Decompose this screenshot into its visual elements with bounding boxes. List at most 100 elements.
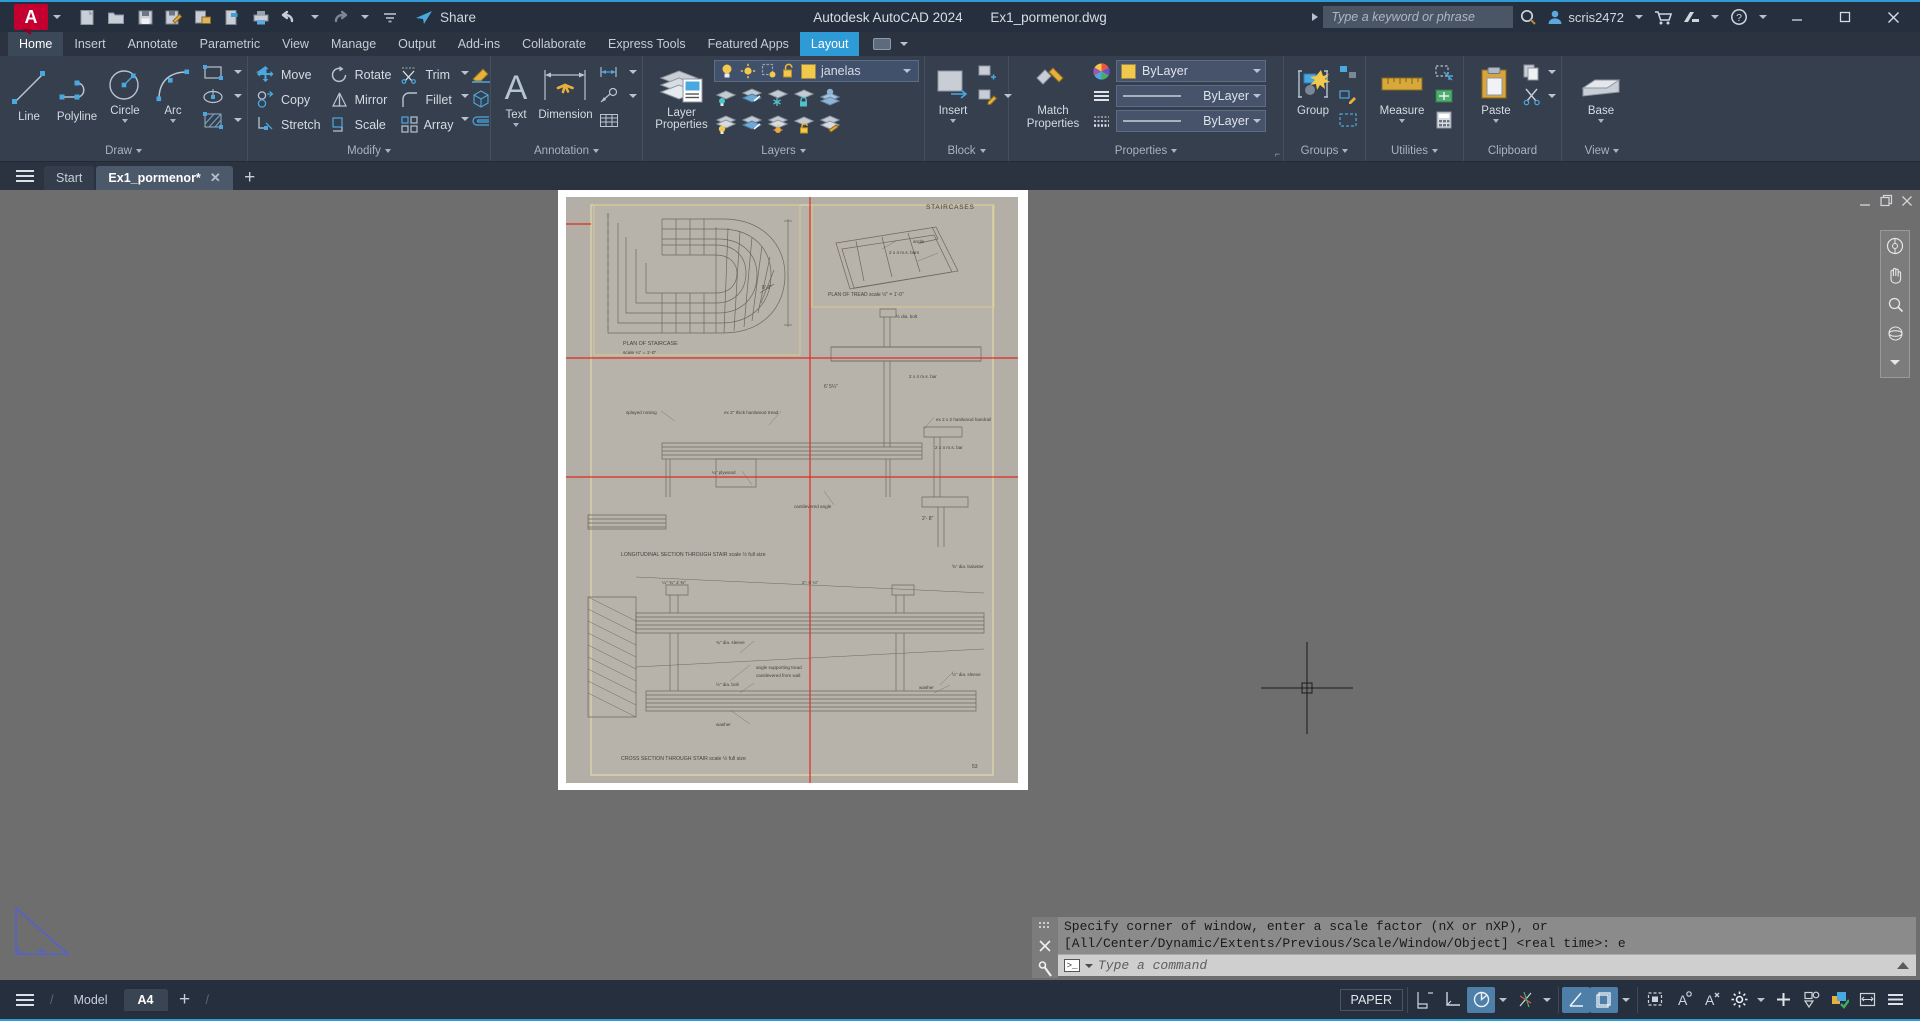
array-button[interactable]: Array [397, 112, 459, 137]
command-settings-icon[interactable] [1038, 961, 1053, 978]
new-layout-button[interactable]: + [170, 988, 200, 1012]
app-menu-caret-icon[interactable] [53, 15, 61, 19]
viewport-minimize-icon[interactable] [1858, 194, 1872, 211]
group-selection-icon[interactable] [1336, 108, 1360, 132]
group-button[interactable]: Group [1290, 60, 1336, 117]
ribbon-tab-manage[interactable]: Manage [320, 32, 387, 56]
arc-button[interactable]: Arc [149, 60, 197, 123]
create-block-icon[interactable] [975, 60, 999, 84]
viewport-restore-icon[interactable] [1879, 194, 1893, 211]
drawing-canvas[interactable]: STAIRCASES angle 2 x 4 m.s. bars PLAN OF… [0, 190, 1920, 980]
layer-make-current-icon[interactable] [818, 85, 842, 109]
layer-match-icon[interactable] [740, 85, 764, 109]
copy-button[interactable]: Copy [253, 87, 327, 112]
annotation-scale-icon[interactable] [1725, 987, 1753, 1013]
help-icon[interactable]: ? [1726, 4, 1752, 30]
panel-label-layers[interactable]: Layers [643, 141, 924, 161]
calculator-icon[interactable] [1432, 108, 1456, 132]
publish-icon[interactable] [219, 4, 245, 30]
annotation-scale-dropdown-icon[interactable] [1753, 987, 1769, 1013]
ribbon-tab-output[interactable]: Output [387, 32, 447, 56]
layer-lock-icon[interactable] [792, 85, 816, 109]
measure-dropdown-icon[interactable] [1399, 119, 1405, 123]
steering-wheel-icon[interactable] [1884, 235, 1906, 257]
polar-tracking-dropdown-icon[interactable] [1618, 987, 1634, 1013]
layer-change-icon[interactable] [740, 112, 764, 136]
fullscreen-icon[interactable] [1853, 987, 1881, 1013]
close-icon[interactable] [1870, 1, 1916, 33]
pan-hand-icon[interactable] [1884, 264, 1906, 286]
layer-thaw-all-icon[interactable] [766, 112, 790, 136]
shopping-cart-icon[interactable] [1650, 4, 1676, 30]
user-dropdown-icon[interactable] [1635, 15, 1643, 19]
base-view-button[interactable]: Base [1576, 60, 1626, 123]
layer-selector[interactable]: janelas [714, 60, 919, 82]
text-dropdown-icon[interactable] [513, 123, 519, 127]
match-properties-button[interactable]: Match Properties [1017, 60, 1089, 131]
linear-dimension-icon[interactable] [597, 60, 621, 84]
ellipse-dropdown-icon[interactable] [234, 94, 242, 98]
stretch-button[interactable]: Stretch [253, 112, 327, 137]
ribbon-tab-view[interactable]: View [271, 32, 320, 56]
circle-dropdown-icon[interactable] [122, 119, 128, 123]
leader-icon[interactable] [597, 84, 621, 108]
grid-display-icon[interactable] [1411, 987, 1439, 1013]
new-file-tab-button[interactable]: + [235, 166, 265, 190]
autocad-app-button[interactable]: A [14, 4, 48, 35]
infocenter-expand-icon[interactable] [1309, 10, 1321, 24]
main-menu-icon[interactable] [6, 162, 44, 190]
arc-dropdown-icon[interactable] [170, 119, 176, 123]
polar-tracking-icon[interactable] [1590, 986, 1618, 1013]
circle-button[interactable]: Circle [101, 60, 149, 123]
panel-label-utilities[interactable]: Utilities [1366, 141, 1463, 161]
object-lineweight-dropdown-icon[interactable] [1253, 119, 1261, 123]
hatch-dropdown-icon[interactable] [234, 118, 242, 122]
quick-select-icon[interactable] [1432, 60, 1456, 84]
command-expand-icon[interactable] [1896, 960, 1910, 972]
object-color-dropdown-icon[interactable] [1253, 69, 1261, 73]
ribbon-tab-layout[interactable]: Layout [799, 32, 860, 56]
panel-label-modify[interactable]: Modify [248, 141, 490, 161]
object-snap-dropdown-icon[interactable] [1539, 987, 1555, 1013]
ribbon-tab-insert[interactable]: Insert [63, 32, 116, 56]
minimize-icon[interactable] [1774, 1, 1820, 33]
copy-clip-icon[interactable] [1520, 60, 1544, 84]
table-icon[interactable] [597, 108, 621, 132]
space-toggle-button[interactable]: PAPER [1339, 988, 1403, 1011]
insert-block-button[interactable]: Insert [933, 60, 973, 123]
erase-icon[interactable] [469, 62, 493, 86]
ribbon-display-options[interactable] [873, 32, 913, 56]
scale-button[interactable]: Scale [327, 112, 398, 137]
save-as-icon[interactable] [161, 4, 187, 30]
object-linetype-selector[interactable]: ByLayer [1116, 85, 1266, 107]
group-edit-icon[interactable] [1336, 84, 1360, 108]
mirror-button[interactable]: Mirror [327, 87, 398, 112]
maximize-icon[interactable] [1822, 1, 1868, 33]
save-icon[interactable] [132, 4, 158, 30]
user-account[interactable]: scris2472 [1547, 9, 1624, 25]
share-button[interactable]: Share [409, 6, 482, 29]
open-file-icon[interactable] [103, 4, 129, 30]
properties-panel-expand-icon[interactable]: ⌐ [1275, 149, 1280, 159]
redo-icon[interactable] [327, 4, 353, 30]
new-file-icon[interactable] [74, 4, 100, 30]
dynamic-ucs-dropdown-icon[interactable] [1495, 987, 1511, 1013]
autodesk-account-icon[interactable] [1678, 4, 1704, 30]
autoscale-icon[interactable]: A [1697, 987, 1725, 1013]
command-input[interactable]: Type a command [1098, 958, 1207, 973]
copy-clip-dropdown-icon[interactable] [1548, 70, 1556, 74]
cut-clip-dropdown-icon[interactable] [1548, 94, 1556, 98]
layout-menu-icon[interactable] [6, 986, 44, 1014]
base-view-dropdown-icon[interactable] [1598, 119, 1604, 123]
export-icon[interactable] [190, 4, 216, 30]
panel-label-annotation[interactable]: Annotation [491, 141, 642, 161]
redo-dropdown-icon[interactable] [361, 15, 369, 19]
file-tab-close-icon[interactable]: ✕ [210, 170, 221, 186]
ribbon-tab-collaborate[interactable]: Collaborate [511, 32, 597, 56]
ribbon-tab-parametric[interactable]: Parametric [189, 32, 271, 56]
viewport-close-icon[interactable] [1900, 194, 1914, 211]
ungroup-icon[interactable] [1336, 60, 1360, 84]
text-button[interactable]: A Text [496, 60, 536, 127]
fillet-button[interactable]: Fillet [397, 87, 459, 112]
file-tab-ex1-pormenor[interactable]: Ex1_pormenor* ✕ [96, 166, 233, 190]
